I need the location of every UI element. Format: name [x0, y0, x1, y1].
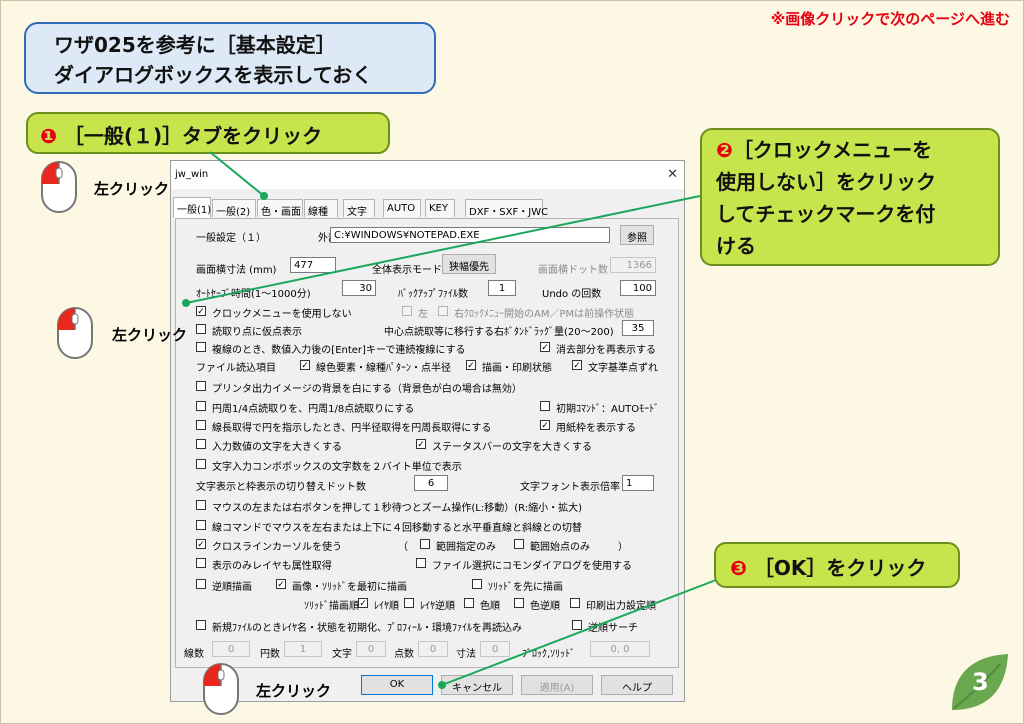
mouse-left-click-icon [41, 161, 77, 213]
page-number: 3 [972, 668, 989, 696]
callout-lines [182, 151, 717, 689]
mouse-left-click-icon [57, 307, 93, 359]
click-label-1: 左クリック [94, 180, 170, 198]
click-label-3: 左クリック [256, 682, 332, 700]
mouse-left-click-icon [203, 663, 239, 715]
click-label-2: 左クリック [112, 326, 188, 344]
